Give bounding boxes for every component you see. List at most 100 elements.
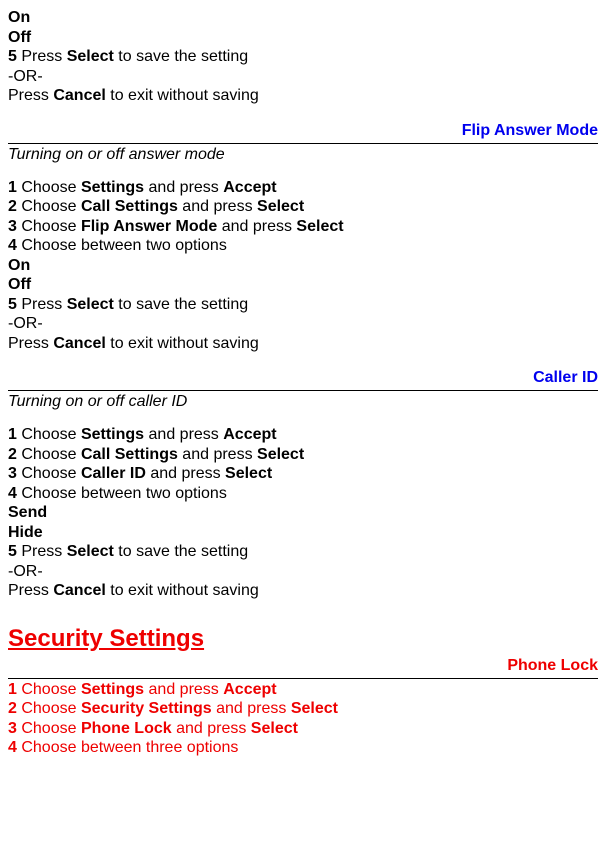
divider bbox=[8, 143, 598, 144]
menu-call-settings: Call Settings bbox=[81, 198, 178, 215]
key-cancel: Cancel bbox=[53, 335, 105, 352]
or-text: -OR- bbox=[8, 562, 598, 582]
menu-settings: Settings bbox=[81, 426, 144, 443]
step-number: 3 bbox=[8, 720, 17, 737]
or-text: -OR- bbox=[8, 67, 598, 87]
step-1: 1 Choose Settings and press Accept bbox=[8, 178, 598, 198]
text: to exit without saving bbox=[106, 87, 259, 104]
step-5: 5 Press Select to save the setting bbox=[8, 47, 598, 67]
text: Choose bbox=[17, 426, 81, 443]
text: and press bbox=[178, 446, 257, 463]
step-number: 2 bbox=[8, 700, 17, 717]
step-5-alt: Press Cancel to exit without saving bbox=[8, 86, 598, 106]
section-0-tail: On Off 5 Press Select to save the settin… bbox=[8, 8, 598, 106]
text: Choose between two options bbox=[17, 485, 227, 502]
step-4: 4 Choose between two options bbox=[8, 484, 598, 504]
key-accept: Accept bbox=[223, 681, 276, 698]
text: to save the setting bbox=[114, 543, 248, 560]
text: Choose between three options bbox=[17, 739, 238, 756]
text: Choose between two options bbox=[17, 237, 227, 254]
text: and press bbox=[178, 198, 257, 215]
text: Choose bbox=[17, 218, 81, 235]
key-accept: Accept bbox=[223, 426, 276, 443]
step-number: 4 bbox=[8, 739, 17, 756]
key-accept: Accept bbox=[223, 179, 276, 196]
step-5-alt: Press Cancel to exit without saving bbox=[8, 581, 598, 601]
text: and press bbox=[144, 179, 223, 196]
text: Choose bbox=[17, 446, 81, 463]
step-3: 3 Choose Caller ID and press Select bbox=[8, 464, 598, 484]
text: Choose bbox=[17, 681, 81, 698]
step-number: 5 bbox=[8, 296, 17, 313]
step-4: 4 Choose between three options bbox=[8, 738, 598, 758]
key-select: Select bbox=[67, 543, 114, 560]
menu-settings: Settings bbox=[81, 681, 144, 698]
text: Choose bbox=[17, 700, 81, 717]
text: to exit without saving bbox=[106, 582, 259, 599]
option-send: Send bbox=[8, 503, 598, 523]
heading-flip-answer-mode: Flip Answer Mode bbox=[8, 120, 598, 142]
key-select: Select bbox=[67, 48, 114, 65]
option-on: On bbox=[8, 256, 598, 276]
step-1: 1 Choose Settings and press Accept bbox=[8, 680, 598, 700]
step-number: 5 bbox=[8, 543, 17, 560]
key-cancel: Cancel bbox=[53, 87, 105, 104]
text: Press bbox=[8, 582, 53, 599]
step-2: 2 Choose Call Settings and press Select bbox=[8, 445, 598, 465]
divider bbox=[8, 390, 598, 391]
step-number: 2 bbox=[8, 198, 17, 215]
text: and press bbox=[217, 218, 296, 235]
text: Choose bbox=[17, 198, 81, 215]
step-number: 5 bbox=[8, 48, 17, 65]
section-caller-id: Turning on or off caller ID 1 Choose Set… bbox=[8, 393, 598, 601]
section-flip-answer-mode: Turning on or off answer mode 1 Choose S… bbox=[8, 146, 598, 354]
step-number: 1 bbox=[8, 681, 17, 698]
key-select: Select bbox=[291, 700, 338, 717]
option-off: Off bbox=[8, 275, 598, 295]
key-select: Select bbox=[257, 446, 304, 463]
option-hide: Hide bbox=[8, 523, 598, 543]
text: and press bbox=[144, 681, 223, 698]
text: to exit without saving bbox=[106, 335, 259, 352]
or-text: -OR- bbox=[8, 314, 598, 334]
subtitle: Turning on or off answer mode bbox=[8, 146, 598, 164]
text: Press bbox=[8, 87, 53, 104]
step-2: 2 Choose Call Settings and press Select bbox=[8, 197, 598, 217]
text: to save the setting bbox=[114, 48, 248, 65]
step-4: 4 Choose between two options bbox=[8, 236, 598, 256]
text: and press bbox=[146, 465, 225, 482]
step-2: 2 Choose Security Settings and press Sel… bbox=[8, 699, 598, 719]
text: Choose bbox=[17, 465, 81, 482]
text: Press bbox=[8, 335, 53, 352]
menu-caller-id: Caller ID bbox=[81, 465, 146, 482]
step-5-alt: Press Cancel to exit without saving bbox=[8, 334, 598, 354]
divider bbox=[8, 678, 598, 679]
major-heading-security-settings: Security Settings bbox=[8, 625, 598, 653]
text: and press bbox=[172, 720, 251, 737]
step-3: 3 Choose Phone Lock and press Select bbox=[8, 719, 598, 739]
section-phone-lock: 1 Choose Settings and press Accept 2 Cho… bbox=[8, 680, 598, 758]
key-select: Select bbox=[67, 296, 114, 313]
step-number: 1 bbox=[8, 179, 17, 196]
text: Choose bbox=[17, 179, 81, 196]
step-5: 5 Press Select to save the setting bbox=[8, 295, 598, 315]
menu-settings: Settings bbox=[81, 179, 144, 196]
text: and press bbox=[212, 700, 291, 717]
menu-security-settings: Security Settings bbox=[81, 700, 212, 717]
step-number: 4 bbox=[8, 485, 17, 502]
text: to save the setting bbox=[114, 296, 248, 313]
option-on: On bbox=[8, 8, 598, 28]
key-cancel: Cancel bbox=[53, 582, 105, 599]
step-3: 3 Choose Flip Answer Mode and press Sele… bbox=[8, 217, 598, 237]
menu-call-settings: Call Settings bbox=[81, 446, 178, 463]
text: Choose bbox=[17, 720, 81, 737]
text: Press bbox=[17, 543, 67, 560]
text: and press bbox=[144, 426, 223, 443]
key-select: Select bbox=[257, 198, 304, 215]
menu-phone-lock: Phone Lock bbox=[81, 720, 172, 737]
subtitle: Turning on or off caller ID bbox=[8, 393, 598, 411]
step-number: 3 bbox=[8, 218, 17, 235]
step-5: 5 Press Select to save the setting bbox=[8, 542, 598, 562]
key-select: Select bbox=[251, 720, 298, 737]
step-1: 1 Choose Settings and press Accept bbox=[8, 425, 598, 445]
